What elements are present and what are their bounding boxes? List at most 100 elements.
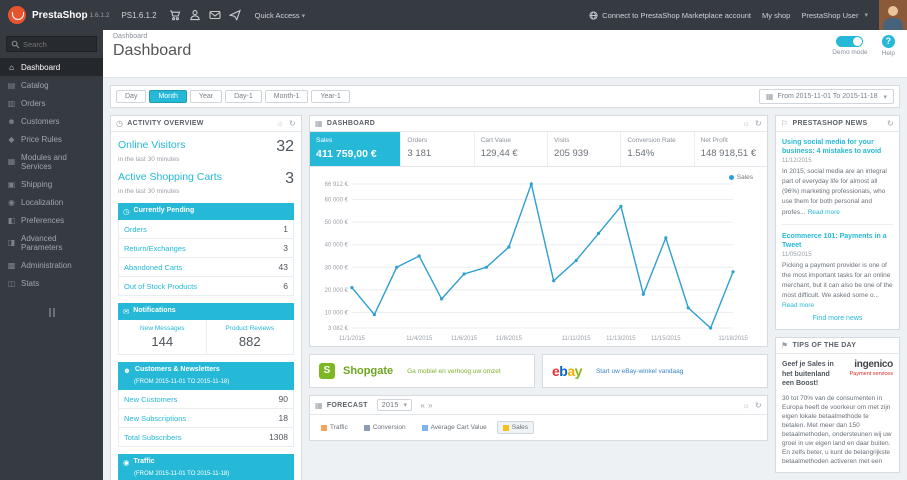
localization-icon: ◉: [8, 197, 15, 207]
sidebar-item-advanced-parameters[interactable]: ◨ Advanced Parameters: [0, 229, 103, 256]
filter-month-1-button[interactable]: Month-1: [264, 90, 309, 103]
shop-name-link[interactable]: PS1.6.1.2: [121, 11, 156, 20]
filter-day-button[interactable]: Day: [116, 90, 147, 103]
abandoned-carts-link[interactable]: Abandoned Carts: [124, 263, 182, 272]
kpi-sales[interactable]: Sales 411 759,00 €: [310, 132, 402, 166]
dashboard-trends-panel: ▦ DASHBOARD ☼ ↻ Sales 411 759,00 € Orders 3…: [309, 115, 768, 347]
forecast-legend-average-cart-value[interactable]: Average Cart Value: [416, 421, 493, 434]
my-shop-link[interactable]: My shop: [762, 11, 790, 20]
pending-orders-link[interactable]: Orders: [124, 225, 147, 234]
grid-icon: ▦: [315, 400, 323, 410]
forecast-year-select[interactable]: 2015 ▾: [376, 399, 413, 411]
total-subscribers-link[interactable]: Total Subscribers: [124, 433, 182, 442]
user-menu[interactable]: PrestaShop User ▾: [801, 11, 868, 20]
forecast-legend-sales[interactable]: Sales: [496, 421, 534, 434]
kpi-visits[interactable]: Visits 205 939: [548, 132, 622, 166]
read-more-link[interactable]: Read more: [782, 302, 814, 309]
sidebar-item-localization[interactable]: ◉ Localization: [0, 193, 103, 211]
sidebar-collapse-button[interactable]: [48, 308, 55, 317]
out-of-stock-link[interactable]: Out of Stock Products: [124, 282, 197, 291]
sidebar-item-dashboard[interactable]: ⌂ Dashboard: [0, 58, 103, 76]
svg-text:11/13/2015: 11/13/2015: [606, 336, 636, 342]
refresh-icon[interactable]: ↻: [887, 119, 894, 128]
sidebar-item-catalog[interactable]: ▤ Catalog: [0, 76, 103, 94]
forecast-legend-traffic[interactable]: Traffic: [315, 421, 354, 434]
help-button[interactable]: ?: [881, 35, 895, 48]
tip-body: 30 tot 70% van de consumenten in Europa …: [782, 394, 892, 466]
kpi-orders[interactable]: Orders 3 181: [401, 132, 475, 166]
tip-heading: Geef je Sales in het buitenland een Boos…: [782, 361, 834, 388]
gear-icon[interactable]: ☼: [276, 119, 284, 128]
ingenico-logo[interactable]: ingenico Payment services: [850, 360, 894, 388]
tips-panel-title: TIPS OF THE DAY: [792, 342, 857, 350]
gear-icon[interactable]: ☼: [742, 119, 750, 128]
kpi-cart-value[interactable]: Cart Value 129,44 €: [475, 132, 549, 166]
demo-mode-toggle[interactable]: [836, 36, 864, 47]
sidebar-item-orders[interactable]: ▥ Orders: [0, 94, 103, 112]
search-input[interactable]: [23, 39, 93, 49]
globe-icon: ◉: [123, 458, 130, 468]
news-article-title[interactable]: Ecommerce 101: Payments in a Tweet: [782, 232, 893, 250]
filter-year-button[interactable]: Year: [189, 90, 223, 103]
page-title: Dashboard: [113, 42, 192, 59]
kpi-conversion-rate[interactable]: Conversion Rate 1.54%: [621, 132, 695, 166]
quick-access-menu[interactable]: Quick Access ▾: [255, 11, 306, 20]
refresh-icon[interactable]: ↻: [289, 119, 296, 128]
mail-icon: ✉: [123, 307, 130, 316]
pending-returns-link[interactable]: Return/Exchanges: [124, 244, 186, 253]
new-subscriptions-link[interactable]: New Subscriptions: [124, 414, 186, 423]
new-messages-cell[interactable]: New Messages 144: [119, 320, 206, 354]
user-avatar[interactable]: [879, 0, 907, 30]
refresh-icon[interactable]: ↻: [755, 401, 762, 410]
news-article-title[interactable]: Using social media for your business: 4 …: [782, 138, 893, 156]
date-range-picker[interactable]: ▦ From 2015-11-01 To 2015-11-18 ▾: [758, 89, 894, 104]
chart-legend-sales[interactable]: Sales: [728, 174, 753, 181]
gear-icon[interactable]: ☼: [742, 401, 750, 410]
lightbulb-icon: ⚑: [781, 341, 789, 351]
svg-text:3 082 €: 3 082 €: [328, 326, 349, 332]
svg-text:66 912 €: 66 912 €: [325, 182, 349, 188]
next-year-icon[interactable]: »: [428, 401, 433, 410]
grid-icon: ▦: [315, 119, 323, 128]
forecast-panel: ▦ FORECAST 2015 ▾ «» ☼ ↻ Traffic Conversio…: [309, 395, 768, 441]
filter-month-button[interactable]: Month: [149, 90, 187, 103]
forecast-legend-conversion[interactable]: Conversion: [358, 421, 412, 434]
breadcrumb[interactable]: Dashboard: [113, 33, 897, 40]
ebay-link[interactable]: Start uw eBay-winkel vandaag: [596, 368, 683, 375]
sidebar-item-price-rules[interactable]: ◆ Price Rules: [0, 130, 103, 148]
chevron-down-icon: ▾: [864, 12, 868, 19]
active-carts-value: 3: [285, 170, 294, 187]
filter-day-1-button[interactable]: Day-1: [225, 90, 262, 103]
announcement-rocket-icon[interactable]: [228, 9, 241, 21]
read-more-link[interactable]: Read more: [808, 209, 840, 216]
prestashop-news-panel: ⚐ PRESTASHOP NEWS ↻ Using social media f…: [775, 115, 900, 331]
previous-year-icon[interactable]: «: [420, 401, 425, 410]
filter-year-1-button[interactable]: Year-1: [311, 90, 350, 103]
online-visitors-link[interactable]: Online Visitors: [118, 139, 186, 151]
sidebar-item-administration[interactable]: ▩ Administration: [0, 256, 103, 274]
refresh-icon[interactable]: ↻: [755, 119, 762, 128]
sidebar-item-preferences[interactable]: ◧ Preferences: [0, 211, 103, 229]
active-carts-link[interactable]: Active Shopping Carts: [118, 171, 222, 183]
sidebar-item-modules-and-services[interactable]: ▦ Modules and Services: [0, 148, 103, 175]
news-article-date: 11/12/2015: [782, 158, 812, 165]
svg-text:30 000 €: 30 000 €: [325, 265, 349, 271]
marketplace-link[interactable]: Connect to PrestaShop Marketplace accoun…: [589, 11, 751, 20]
kpi-net-profit[interactable]: Net Profit 148 918,51 €: [695, 132, 767, 166]
sidebar-item-shipping[interactable]: ▣ Shipping: [0, 175, 103, 193]
preferences-icon: ◧: [7, 215, 16, 225]
sidebar-item-stats[interactable]: ◫ Stats: [0, 274, 103, 292]
sidebar-item-customers[interactable]: ☻ Customers: [0, 112, 103, 130]
search-icon: [11, 40, 20, 48]
demo-mode-label: Demo mode: [832, 49, 868, 56]
prestashop-logo-icon[interactable]: [8, 6, 26, 24]
customers-notification-icon[interactable]: [189, 9, 201, 21]
find-more-news-link[interactable]: Find more news: [782, 309, 893, 323]
messages-notification-icon[interactable]: [209, 9, 221, 21]
orders-notification-icon[interactable]: [169, 9, 181, 21]
list-item: Orders 1: [118, 220, 294, 239]
new-customers-link[interactable]: New Customers: [124, 395, 177, 404]
product-reviews-cell[interactable]: Product Reviews 882: [205, 320, 294, 354]
svg-text:20 000 €: 20 000 €: [325, 288, 349, 294]
shopgate-link[interactable]: Ga mobiel en verhoog uw omzet: [407, 368, 501, 375]
